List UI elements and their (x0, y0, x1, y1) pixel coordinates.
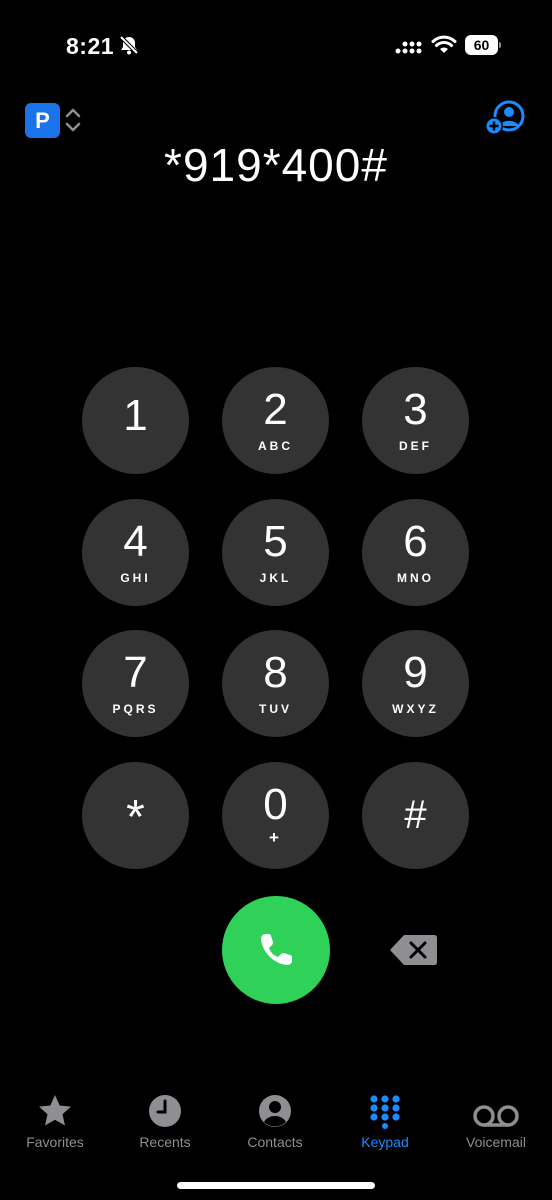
key-letters: GHI (120, 571, 151, 585)
key-digit: 6 (403, 517, 428, 566)
key-star[interactable]: * (82, 762, 189, 869)
tab-recents[interactable]: Recents (110, 1088, 220, 1158)
battery-icon: 60 (465, 35, 501, 55)
key-letters: TUV (259, 702, 292, 716)
key-6[interactable]: 6 MNO (362, 499, 469, 606)
key-digit: * (126, 791, 145, 844)
keypad-grid-icon (370, 1095, 400, 1129)
bell-slash-icon (119, 35, 139, 55)
tab-label: Voicemail (466, 1134, 526, 1150)
tab-bar: Favorites Recents Contacts Keypad Voicem… (0, 1088, 552, 1158)
key-digit: 4 (123, 517, 148, 566)
person-circle-icon (259, 1095, 291, 1127)
status-time: 8:21 (66, 33, 115, 59)
key-3[interactable]: 3 DEF (362, 367, 469, 474)
tab-label: Keypad (361, 1134, 409, 1150)
star-icon (39, 1095, 71, 1126)
key-digit: 9 (403, 648, 428, 697)
key-digit: 7 (123, 648, 148, 697)
key-2[interactable]: 2 ABC (222, 367, 329, 474)
key-digit: 8 (263, 648, 288, 697)
sim-switch-chevron-icon[interactable] (65, 106, 81, 134)
key-4[interactable]: 4 GHI (82, 499, 189, 606)
key-digit: 0 (263, 780, 288, 829)
home-indicator[interactable] (177, 1182, 375, 1189)
key-5[interactable]: 5 JKL (222, 499, 329, 606)
key-digit: 2 (263, 385, 288, 434)
delete-icon[interactable] (388, 933, 438, 967)
key-letters: + (269, 828, 282, 847)
add-contact-icon[interactable] (483, 99, 525, 137)
key-8[interactable]: 8 TUV (222, 630, 329, 737)
tab-keypad[interactable]: Keypad (330, 1088, 440, 1158)
call-button[interactable] (222, 896, 330, 1004)
key-letters: MNO (397, 571, 434, 585)
tab-label: Contacts (247, 1134, 303, 1150)
key-digit: 3 (403, 385, 428, 434)
key-digit: 5 (263, 517, 288, 566)
key-letters: PQRS (112, 702, 159, 716)
key-letters: DEF (399, 439, 432, 453)
phone-icon (261, 934, 292, 965)
voicemail-icon (473, 1105, 519, 1127)
key-letters: ABC (258, 439, 293, 453)
key-0[interactable]: 0 + (222, 762, 329, 869)
tab-voicemail[interactable]: Voicemail (441, 1088, 551, 1158)
battery-level: 60 (473, 37, 490, 53)
wifi-icon (431, 35, 457, 53)
dialed-number-display: *919*400# (164, 139, 388, 191)
key-7[interactable]: 7 PQRS (82, 630, 189, 737)
key-9[interactable]: 9 WXYZ (362, 630, 469, 737)
battery-tip (499, 42, 501, 48)
key-digit: 1 (123, 391, 148, 440)
clock-icon (149, 1095, 181, 1127)
key-hash[interactable]: # (362, 762, 469, 869)
tab-label: Recents (139, 1134, 191, 1150)
key-digit: # (404, 793, 427, 837)
tab-contacts[interactable]: Contacts (220, 1088, 330, 1158)
key-letters: JKL (259, 571, 292, 585)
status-bar: 8:21 60 (0, 0, 552, 90)
tab-favorites[interactable]: Favorites (0, 1088, 110, 1158)
tab-label: Favorites (26, 1134, 84, 1150)
sim-line-button[interactable]: P (25, 103, 60, 138)
cellular-signal-icon (395, 41, 422, 54)
key-letters: WXYZ (392, 702, 439, 716)
key-1[interactable]: 1 (82, 367, 189, 474)
